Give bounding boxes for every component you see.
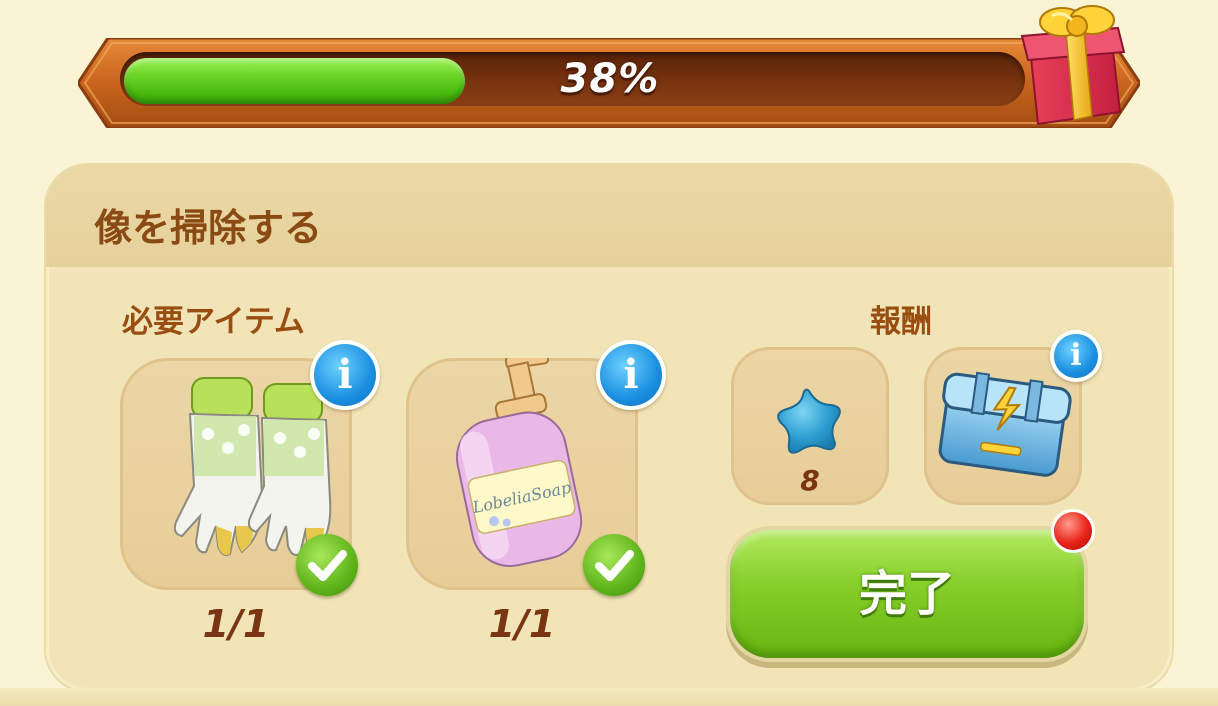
energy-chest-icon bbox=[938, 371, 1072, 477]
notification-dot bbox=[1054, 512, 1092, 550]
gift-box-icon[interactable] bbox=[1012, 0, 1132, 128]
soap-count: 1/1 bbox=[488, 602, 556, 646]
check-icon bbox=[296, 534, 358, 596]
star-count: 8 bbox=[800, 464, 820, 497]
reward-chest[interactable] bbox=[924, 347, 1082, 505]
progress-fill bbox=[124, 58, 465, 104]
info-icon[interactable]: i bbox=[314, 344, 376, 406]
complete-button[interactable]: 完了 bbox=[730, 530, 1084, 658]
required-items-label: 必要アイテム bbox=[122, 304, 305, 340]
rewards-label: 報酬 bbox=[870, 304, 932, 340]
task-title: 像を掃除する bbox=[94, 206, 323, 250]
gloves-count: 1/1 bbox=[202, 602, 270, 646]
progress-percent: 38% bbox=[560, 56, 660, 102]
check-icon bbox=[583, 534, 645, 596]
panel-header: 像を掃除する bbox=[46, 165, 1172, 267]
info-icon[interactable]: i bbox=[600, 344, 662, 406]
info-icon[interactable]: i bbox=[1054, 334, 1098, 378]
bottom-edge bbox=[0, 688, 1218, 706]
complete-button-label: 完了 bbox=[858, 566, 955, 622]
